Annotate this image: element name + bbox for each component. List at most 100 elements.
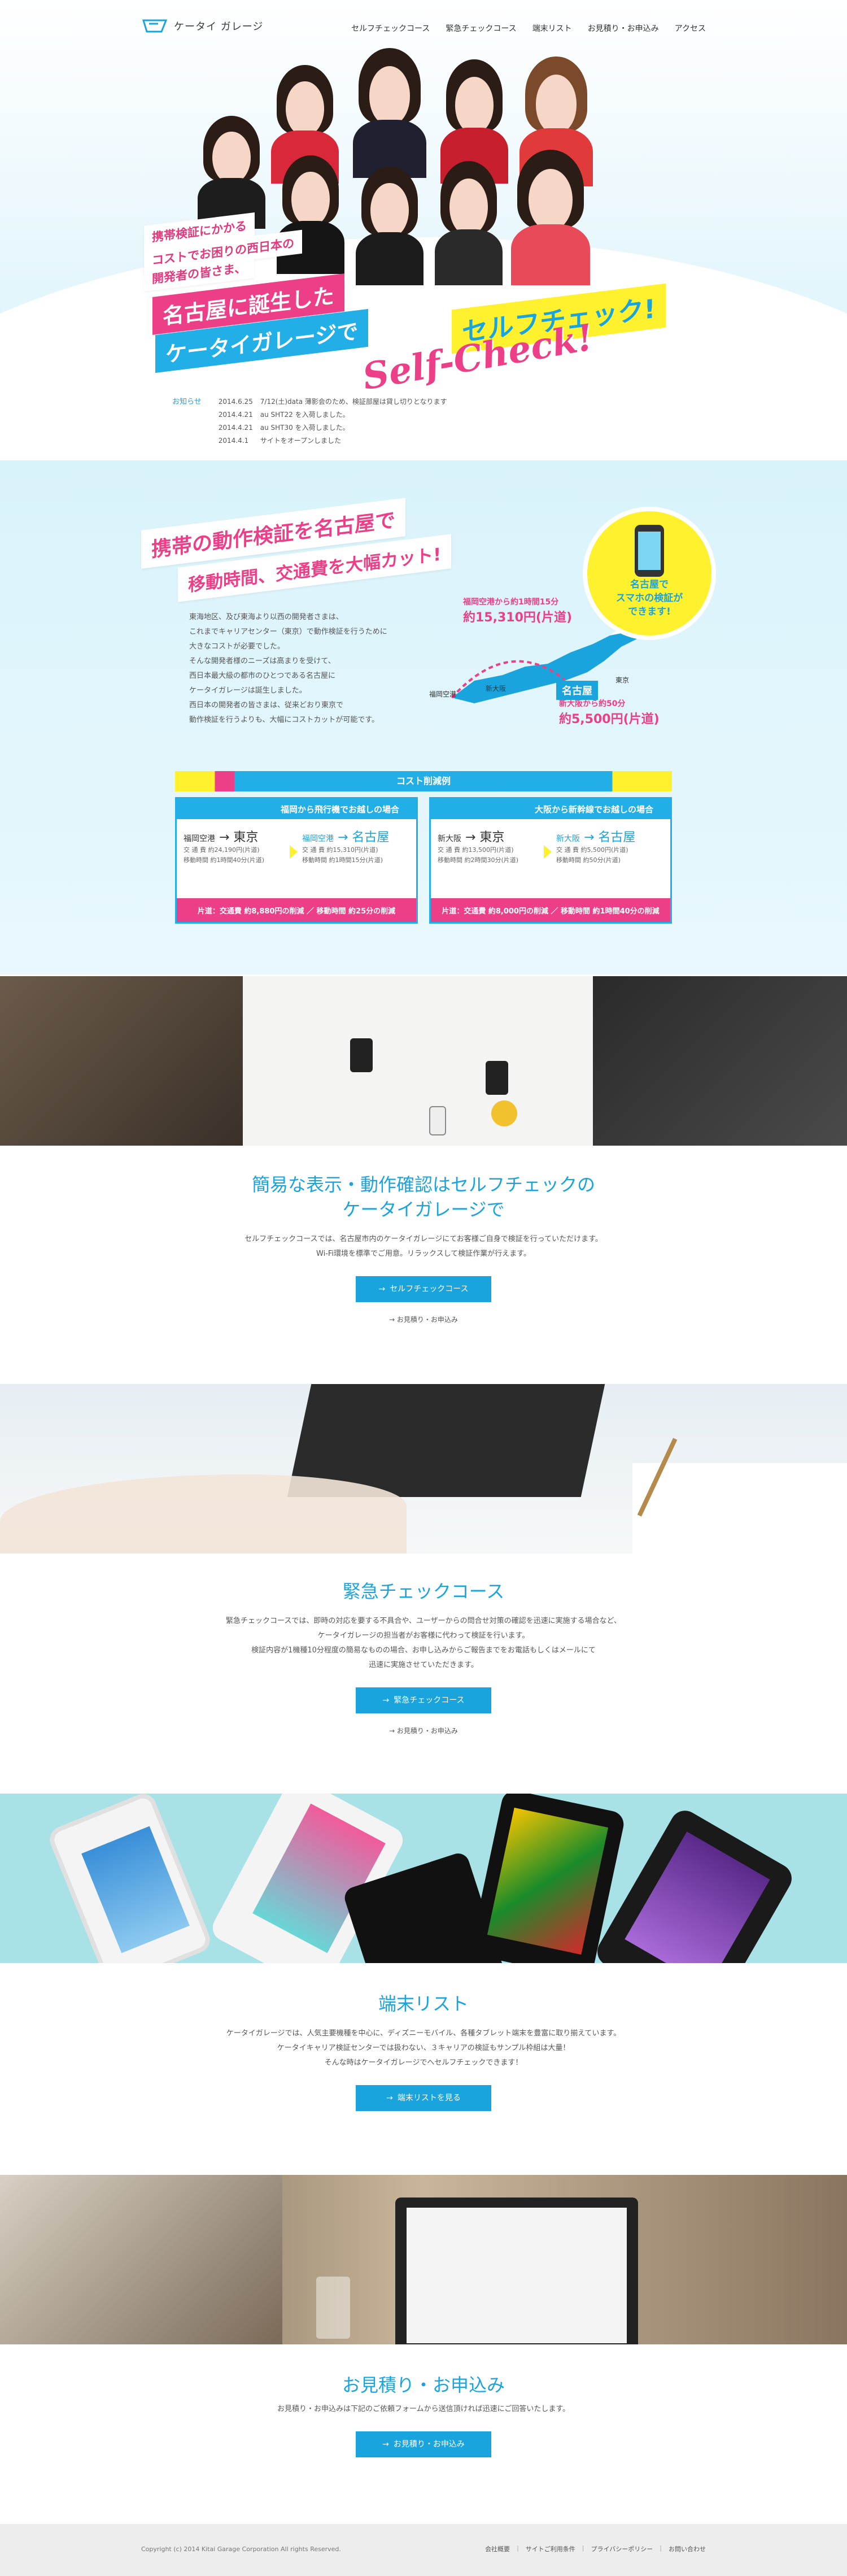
intro-line: 西日本の開発者の皆さまは、従来どおり東京で: [189, 701, 344, 710]
intro-line: 東海地区、及び東海より以西の開発者さまは、: [189, 613, 343, 621]
person-figure: [198, 116, 265, 229]
footer-link-privacy[interactable]: プライバシーポリシー: [591, 2544, 653, 2553]
desc-line: ケータイガレージでは、人気主要機種を中心に、ディズニーモバイル、各種タブレット端…: [226, 2029, 621, 2038]
estimate-button[interactable]: → お見積り・お申込み: [356, 2431, 491, 2457]
link-label: お見積り・お申込み: [396, 1727, 458, 1735]
nav-item-urgent-check[interactable]: 緊急チェックコース: [446, 23, 516, 34]
nagoya-pin: 名古屋: [556, 681, 598, 700]
estimate-photo: [0, 2175, 847, 2344]
intro-section: 携帯の動作検証を名古屋で 移動時間、交通費を大幅カット! 東海地区、及び東海より…: [0, 460, 847, 974]
news-text: サイトをオープンしました: [260, 437, 342, 445]
page: ケータイ ガレージ セルフチェックコース 緊急チェックコース 端末リスト お見積…: [0, 0, 847, 2576]
self-check-title-2: ケータイガレージで: [342, 1199, 505, 1220]
nav-item-access[interactable]: アクセス: [675, 23, 706, 34]
device-list-section: 端末リスト ケータイガレージでは、人気主要機種を中心に、ディズニーモバイル、各種…: [0, 1991, 847, 2111]
button-label: セルフチェックコース: [390, 1285, 469, 1294]
self-check-button[interactable]: → セルフチェックコース: [356, 1276, 491, 1302]
news-date: 2014.4.21: [218, 424, 253, 432]
card-fare: 交 通 費 約5,500円(片道): [556, 846, 628, 854]
urgent-check-photo: [0, 1384, 847, 1554]
device-list-title: 端末リスト: [378, 1993, 469, 2014]
footer-link-company[interactable]: 会社概要: [485, 2544, 510, 2553]
news-item[interactable]: 2014.4.21 au SHT22 を入荷しました。: [219, 408, 447, 421]
route-air-label: 福岡空港から約1時間15分 約15,310円(片道): [463, 596, 572, 625]
card-route-name: 新大阪 → 東京: [438, 830, 505, 845]
card-time: 移動時間 約2時間30分(片道): [438, 856, 519, 864]
self-check-photo: [0, 976, 847, 1146]
self-check-title-1: 簡易な表示・動作確認はセルフチェックの: [251, 1174, 595, 1195]
person-figure: [435, 161, 503, 285]
card-time: 移動時間 約1時間15分(片道): [302, 856, 383, 864]
self-check-desc: セルフチェックコースでは、名古屋市内のケータイガレージにてお客様ご自身で検証を行…: [0, 1232, 847, 1261]
desc-line: ケータイキャリア検証センターでは扱わない、３キャリアの検証もサンプル枠組は大量！: [277, 2044, 570, 2052]
desc-line: 迅速に実施させていただきます。: [369, 1661, 478, 1669]
card-body: 福岡空港 → 東京 交 通 費 約24,190円(片道) 移動時間 約1時間40…: [177, 819, 416, 898]
card-fare: 交 通 費 約24,190円(片道): [184, 846, 260, 854]
person-figure: [511, 150, 590, 285]
arrow-right-icon: →: [382, 1696, 390, 1705]
smartphone-icon: [635, 525, 664, 577]
device-list-photo: [0, 1794, 847, 1963]
card-time: 移動時間 約50分(片道): [556, 856, 621, 864]
bubble-line: スマホの検証が: [615, 593, 683, 604]
news: お知らせ 2014.6.25 7/12(土)data 薄影会のため、検証部屋は貸し…: [172, 395, 447, 447]
self-check-estimate-link[interactable]: → お見積り・お申込み: [0, 1315, 847, 1324]
urgent-check-desc: 緊急チェックコースでは、即時の対応を要する不具合や、ユーザーからの問合せ対策の確…: [0, 1614, 847, 1673]
bubble-line: 名古屋で: [630, 579, 669, 590]
copyright: Copyright (c) 2014 Kitai Garage Corporat…: [141, 2545, 341, 2553]
intro-line: 動作検証を行うよりも、大幅にコストカットが可能です。: [189, 716, 379, 724]
card-route-before: 新大阪 → 東京 交 通 費 約13,500円(片道) 移動時間 約2時間30分…: [438, 827, 548, 865]
news-text: 7/12(土)data 薄影会のため、検証部屋は貸し切りとなります: [260, 398, 447, 406]
footer-divider: |: [660, 2544, 662, 2552]
urgent-check-estimate-link[interactable]: → お見積り・お申込み: [0, 1726, 847, 1735]
news-title: お知らせ: [172, 398, 202, 406]
logo-icon: [142, 19, 168, 33]
nav-item-estimate[interactable]: お見積り・お申込み: [588, 23, 659, 34]
estimate-section: お見積り・お申込み お見積り・お申込みは下記のご依頼フォームから送信頂ければ迅速…: [0, 2373, 847, 2457]
nav-item-device-list[interactable]: 端末リスト: [532, 23, 572, 34]
desc-line: 検証内容が1機種10分程度の簡易なものの場合、お申し込みからご報告までをお電話も…: [251, 1646, 596, 1655]
card-head: 福岡から飛行機でお越しの場合: [177, 799, 416, 819]
arrow-right-icon: [290, 845, 298, 859]
estimate-title: お見積り・お申込み: [342, 2374, 505, 2396]
card-time: 移動時間 約1時間40分(片道): [184, 856, 265, 864]
desc-line: 緊急チェックコースでは、即時の対応を要する不具合や、ユーザーからの問合せ対策の確…: [225, 1617, 622, 1625]
person-figure: [353, 48, 426, 178]
self-check-section: 簡易な表示・動作確認はセルフチェックの ケータイガレージで セルフチェックコース…: [0, 1172, 847, 1324]
arrow-right-icon: →: [386, 2094, 393, 2103]
cost-reduction: コスト削減例 福岡から飛行機でお越しの場合 福岡空港 → 東京 交 通 費 約2…: [175, 771, 672, 924]
route-air-price: 約15,310円(片道): [463, 611, 573, 625]
urgent-check-button[interactable]: → 緊急チェックコース: [356, 1687, 491, 1713]
estimate-desc: お見積り・お申込みは下記のご依頼フォームから送信頂ければ迅速にご回答いたします。: [277, 2405, 570, 2413]
nagoya-bubble: 名古屋で スマホの検証が できます!: [587, 511, 711, 636]
city-osaka: 新大阪: [486, 685, 507, 693]
arrow-right-icon: →: [378, 1285, 386, 1294]
global-header: ケータイ ガレージ セルフチェックコース 緊急チェックコース 端末リスト お見積…: [141, 18, 706, 41]
footer: Copyright (c) 2014 Kitai Garage Corporat…: [0, 2524, 847, 2576]
news-item[interactable]: 2014.4.21 au SHT30 を入荷しました。: [219, 421, 447, 434]
arrow-right-icon: →: [382, 2440, 389, 2449]
news-item[interactable]: 2014.6.25 7/12(土)data 薄影会のため、検証部屋は貸し切りとなり…: [219, 395, 447, 408]
footer-link-terms[interactable]: サイトご利用条件: [526, 2544, 575, 2553]
intro-line: 西日本最大級の都市のひとつである名古屋に: [189, 672, 335, 680]
footer-link-contact[interactable]: お問い合わせ: [669, 2544, 706, 2553]
desc-line: Wi-Fi環境を標準でご用意。リラックスして検証作業が行えます。: [316, 1250, 531, 1258]
card-savings: 片道：交通費 約8,000円の削減 ／ 移動時間 約1時間40分の削減: [431, 898, 670, 922]
device-list-button[interactable]: → 端末リストを見る: [356, 2085, 491, 2111]
intro-line: そんな開発者様のニーズは高まりを受けて、: [189, 657, 335, 665]
intro-text: 東海地区、及び東海より以西の開発者さまは、 これまでキャリアセンター（東京）で動…: [189, 610, 426, 728]
card-route-before: 福岡空港 → 東京 交 通 費 約24,190円(片道) 移動時間 約1時間40…: [184, 827, 294, 865]
footer-divider: |: [517, 2544, 519, 2552]
urgent-check-section: 緊急チェックコース 緊急チェックコースでは、即時の対応を要する不具合や、ユーザー…: [0, 1579, 847, 1735]
city-fukuoka: 福岡空港: [429, 690, 457, 698]
nav-item-self-check[interactable]: セルフチェックコース: [351, 23, 430, 34]
button-label: 端末リストを見る: [397, 2094, 461, 2103]
logo[interactable]: ケータイ ガレージ: [141, 18, 263, 34]
news-item[interactable]: 2014.4.1 サイトをオープンしました: [219, 434, 447, 447]
arrow-right-icon: [544, 845, 552, 859]
button-label: お見積り・お申込み: [393, 2440, 465, 2449]
desc-line: セルフチェックコースでは、名古屋市内のケータイガレージにてお客様ご自身で検証を行…: [245, 1235, 602, 1243]
card-route-name: 新大阪 → 名古屋: [556, 830, 636, 845]
route-air-time: 福岡空港から約1時間15分: [463, 598, 559, 607]
card-route-name: 福岡空港 → 東京: [184, 830, 259, 845]
